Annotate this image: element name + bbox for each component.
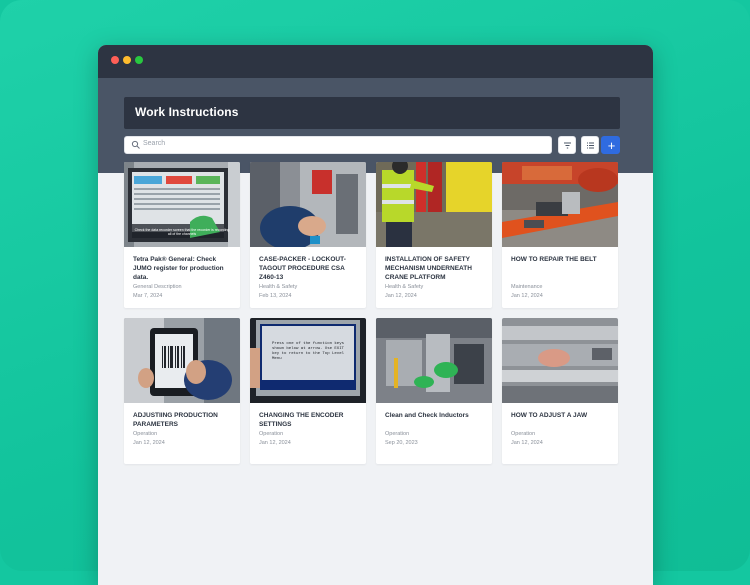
card-thumbnail (502, 162, 618, 247)
thumbnail-caption: Check the data recorder screen that the … (134, 228, 230, 236)
card-thumbnail (250, 162, 366, 247)
instruction-card[interactable]: CASE-PACKER - LOCKOUT-TAGOUT PROCEDURE C… (250, 162, 366, 308)
app-window: Work Instructions Search + Check the dat… (98, 45, 653, 585)
card-date: Jan 12, 2024 (259, 440, 291, 446)
instruction-card[interactable]: HOW TO ADJUST A JAW Operation Jan 12, 20… (502, 318, 618, 464)
card-category: Health & Safety (385, 284, 424, 290)
card-thumbnail: Check the data recorder screen that the … (124, 162, 240, 247)
add-instruction-button[interactable]: + (601, 136, 620, 154)
card-category: Operation (133, 431, 158, 437)
card-category: Health & Safety (259, 284, 298, 290)
filter-icon (564, 142, 571, 149)
list-view-button[interactable] (581, 136, 599, 154)
card-thumbnail (376, 162, 492, 247)
close-window-button[interactable] (111, 56, 119, 64)
card-category: Operation (511, 431, 536, 437)
page-header-area: Work Instructions (98, 78, 653, 173)
page-header: Work Instructions (124, 97, 620, 129)
card-title: Clean and Check Inductors (385, 412, 469, 419)
card-title: CHANGING THE ENCODER SETTINGS (259, 412, 344, 428)
window-titlebar (98, 45, 653, 78)
card-category: Operation (259, 431, 284, 437)
maximize-window-button[interactable] (135, 56, 143, 64)
card-date: Jan 12, 2024 (385, 293, 417, 299)
search-placeholder: Search (143, 140, 166, 147)
search-icon (131, 140, 140, 149)
toolbar: Search + (124, 136, 620, 154)
card-category: Operation (385, 431, 410, 437)
card-title: INSTALLATION OF SAFETY MECHANISM UNDERNE… (385, 256, 472, 281)
list-icon (587, 142, 594, 149)
minimize-window-button[interactable] (123, 56, 131, 64)
card-thumbnail (376, 318, 492, 403)
card-category: General Description (133, 284, 182, 290)
instruction-card[interactable]: Check the data recorder screen that the … (124, 162, 240, 308)
card-title: HOW TO REPAIR THE BELT (511, 256, 597, 263)
card-date: Jan 12, 2024 (511, 293, 543, 299)
card-date: Jan 12, 2024 (511, 440, 543, 446)
instruction-card[interactable]: ADJUSTIING PRODUCTION PARAMETERS Operati… (124, 318, 240, 464)
filter-button[interactable] (558, 136, 576, 154)
card-thumbnail (502, 318, 618, 403)
card-date: Jan 12, 2024 (133, 440, 165, 446)
card-date: Mar 7, 2024 (133, 293, 163, 299)
card-thumbnail: Press one of the function keys shown bel… (250, 318, 366, 403)
card-title: Tetra Pak® General: Check JUMO register … (133, 256, 224, 281)
instruction-card[interactable]: HOW TO REPAIR THE BELT Maintenance Jan 1… (502, 162, 618, 308)
card-thumbnail (124, 318, 240, 403)
page-title: Work Instructions (135, 105, 239, 119)
card-category: Maintenance (511, 284, 543, 290)
card-title: HOW TO ADJUST A JAW (511, 412, 588, 419)
card-title: CASE-PACKER - LOCKOUT-TAGOUT PROCEDURE C… (259, 256, 346, 281)
instruction-card[interactable]: Clean and Check Inductors Operation Sep … (376, 318, 492, 464)
card-date: Feb 13, 2024 (259, 293, 292, 299)
plus-icon: + (607, 138, 616, 153)
card-date: Sep 20, 2023 (385, 440, 418, 446)
thumbnail-caption: Press one of the function keys shown bel… (272, 342, 345, 361)
instruction-card[interactable]: Press one of the function keys shown bel… (250, 318, 366, 464)
card-title: ADJUSTIING PRODUCTION PARAMETERS (133, 412, 218, 428)
instruction-card[interactable]: INSTALLATION OF SAFETY MECHANISM UNDERNE… (376, 162, 492, 308)
search-input[interactable]: Search (124, 136, 552, 154)
